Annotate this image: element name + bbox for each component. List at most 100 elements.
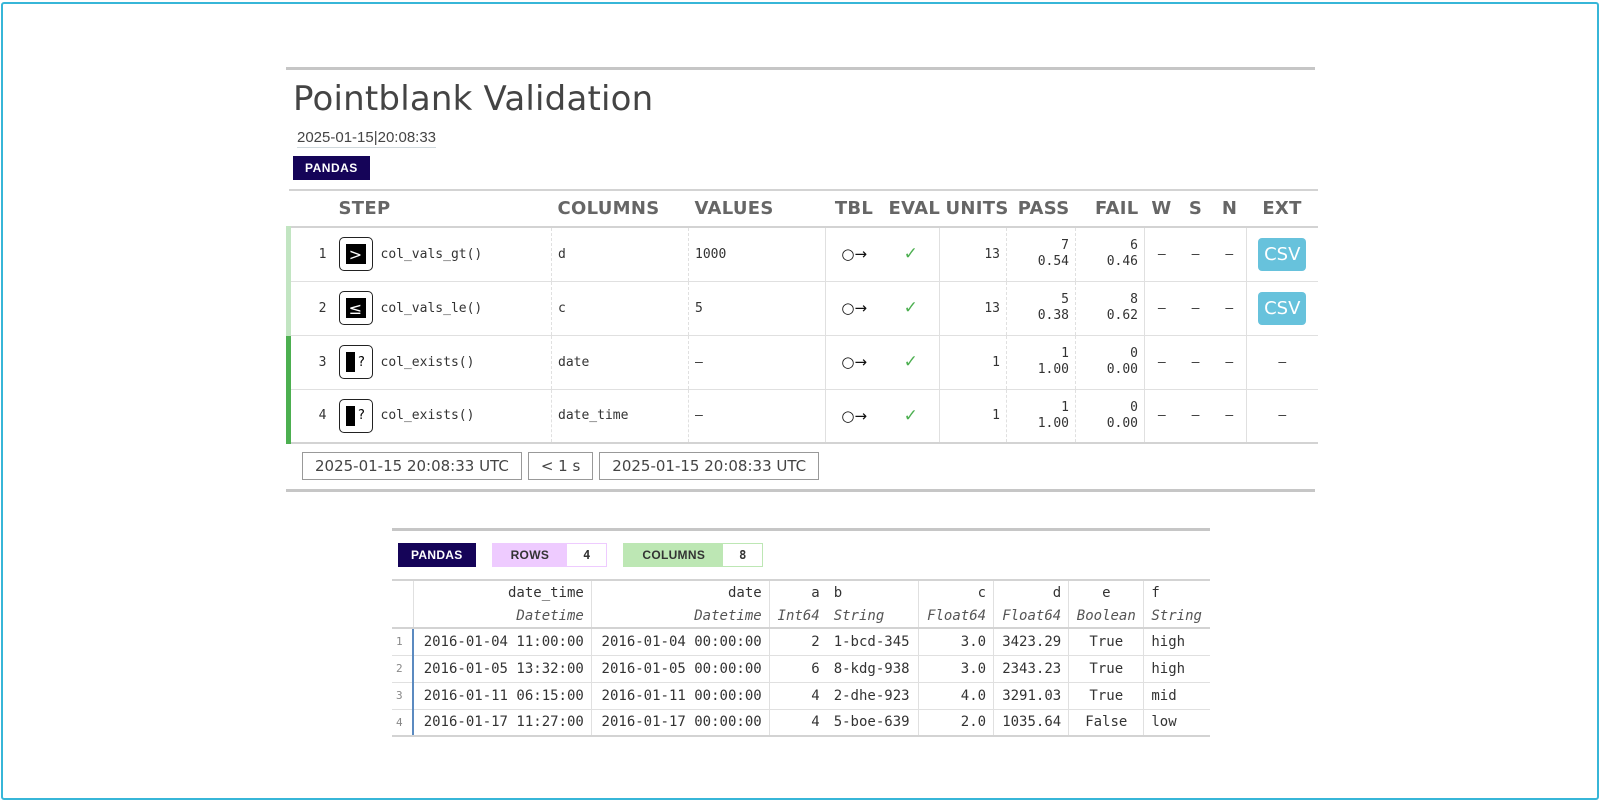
column-type: Datetime <box>412 604 592 629</box>
tbl-preprocess-icon: ○→ <box>825 227 883 282</box>
table-cell: 2016-01-17 00:00:00 <box>590 709 770 737</box>
step-units: 1 <box>939 335 1007 390</box>
step-cell: ≤ col_vals_le() <box>332 281 552 336</box>
table-cell: 3.0 <box>917 628 994 656</box>
step-column: date <box>551 335 689 390</box>
step-column: c <box>551 281 689 336</box>
header-tbl: TBL <box>834 198 874 219</box>
step-pass: 1 1.00 <box>1006 335 1076 390</box>
table-cell: False <box>1068 709 1144 737</box>
column-type: String <box>1143 604 1210 629</box>
column-type: Int64 <box>768 604 827 629</box>
columns-badge: COLUMNS 8 <box>623 543 764 567</box>
step-number: 3 <box>286 335 333 390</box>
step-units: 1 <box>939 389 1007 444</box>
preview-column-names: date_time date a b c d e f <box>392 580 1210 604</box>
table-type-badge: PANDAS <box>293 156 370 180</box>
header-w: W <box>1151 198 1172 219</box>
validation-table: STEP COLUMNS VALUES TBL EVAL UNITS PASS … <box>286 189 1318 444</box>
duration-chip: < 1 s <box>527 452 594 480</box>
column-type: Datetime <box>590 604 770 629</box>
data-preview: PANDAS ROWS 4 COLUMNS 8 date_time date a… <box>392 528 1210 737</box>
preview-column-types: Datetime Datetime Int64 String Float64 F… <box>392 604 1210 629</box>
table-cell: 4.0 <box>917 682 994 710</box>
validation-step-row: 3 ? col_exists() date — ○→ ✓ 1 1 1.00 0 0.… <box>286 335 1318 390</box>
table-cell: mid <box>1143 682 1210 710</box>
table-cell: 2-dhe-923 <box>826 682 919 710</box>
step-value: 5 <box>688 281 826 336</box>
rows-value: 4 <box>567 544 607 566</box>
header-step: STEP <box>338 198 391 219</box>
validation-step-row: 4 ? col_exists() date_time — ○→ ✓ 1 1 1.0… <box>286 389 1318 444</box>
table-cell: True <box>1068 628 1144 656</box>
preview-table: date_time date a b c d e f Datetime Date… <box>392 579 1210 737</box>
step-stop: — <box>1178 227 1213 282</box>
step-fail: 8 0.62 <box>1075 281 1145 336</box>
table-cell: 2016-01-04 11:00:00 <box>412 628 592 656</box>
preview-top-rule <box>392 528 1210 531</box>
table-cell: 2016-01-11 00:00:00 <box>590 682 770 710</box>
header-s: S <box>1188 198 1203 219</box>
step-stop: — <box>1178 389 1213 444</box>
columns-label: COLUMNS <box>624 544 724 566</box>
start-time-chip: 2025-01-15 20:08:33 UTC <box>302 452 522 480</box>
validation-step-row: 1 > col_vals_gt() d 1000 ○→ ✓ 13 7 0.54 6… <box>286 227 1318 282</box>
eval-check-icon: ✓ <box>882 227 940 282</box>
step-cell: ? col_exists() <box>332 335 552 390</box>
step-stop: — <box>1178 335 1213 390</box>
header-eval: EVAL <box>888 198 941 219</box>
table-cell: 2016-01-11 06:15:00 <box>412 682 592 710</box>
report-subtitle: 2025-01-15|20:08:33 <box>297 129 437 148</box>
table-cell: low <box>1143 709 1210 737</box>
eval-check-icon: ✓ <box>882 335 940 390</box>
column-name: f <box>1143 580 1210 604</box>
step-value: 1000 <box>688 227 826 282</box>
step-pass: 5 0.38 <box>1006 281 1076 336</box>
rows-label: ROWS <box>492 544 568 566</box>
table-cell: 4 <box>768 682 827 710</box>
header-columns: COLUMNS <box>557 198 660 219</box>
table-row: 3 2016-01-11 06:15:00 2016-01-11 00:00:0… <box>392 682 1210 710</box>
step-warning: — <box>1144 389 1179 444</box>
column-exists-icon: ? <box>338 345 373 379</box>
table-cell: 3423.29 <box>993 628 1069 656</box>
header-fail: FAIL <box>1094 198 1139 219</box>
csv-download-button[interactable]: CSV <box>1258 237 1307 271</box>
table-cell: True <box>1068 655 1144 683</box>
column-name: d <box>993 580 1069 604</box>
table-cell: 3291.03 <box>993 682 1069 710</box>
report-footer: 2025-01-15 20:08:33 UTC < 1 s 2025-01-15… <box>286 444 1315 492</box>
column-type: Boolean <box>1068 604 1144 629</box>
eval-check-icon: ✓ <box>882 281 940 336</box>
step-column: date_time <box>551 389 689 444</box>
step-units: 13 <box>939 227 1007 282</box>
step-notify: — <box>1212 281 1247 336</box>
preview-badges: PANDAS ROWS 4 COLUMNS 8 <box>398 543 1210 567</box>
eval-check-icon: ✓ <box>882 389 940 444</box>
row-number: 1 <box>392 628 414 656</box>
table-cell: 2016-01-05 13:32:00 <box>412 655 592 683</box>
step-cell: > col_vals_gt() <box>332 227 552 282</box>
column-name: c <box>917 580 994 604</box>
column-name: date <box>590 580 770 604</box>
table-cell: 2343.23 <box>993 655 1069 683</box>
step-fail: 0 0.00 <box>1075 389 1145 444</box>
ext-cell: — <box>1246 389 1318 444</box>
less-equal-icon: ≤ <box>338 291 373 325</box>
table-cell: 8-kdg-938 <box>826 655 919 683</box>
csv-download-button[interactable]: CSV <box>1258 291 1307 325</box>
table-cell: 2.0 <box>917 709 994 737</box>
header-ext: EXT <box>1262 198 1302 219</box>
step-function-name: col_exists() <box>380 354 475 370</box>
table-cell: 2016-01-04 00:00:00 <box>590 628 770 656</box>
window-frame: Pointblank Validation 2025-01-15|20:08:3… <box>1 2 1599 800</box>
step-warning: — <box>1144 335 1179 390</box>
step-value: — <box>688 335 826 390</box>
step-notify: — <box>1212 389 1247 444</box>
table-cell: True <box>1068 682 1144 710</box>
column-type: Float64 <box>917 604 994 629</box>
step-warning: — <box>1144 281 1179 336</box>
step-column: d <box>551 227 689 282</box>
rows-badge: ROWS 4 <box>491 543 608 567</box>
table-cell: 4 <box>768 709 827 737</box>
